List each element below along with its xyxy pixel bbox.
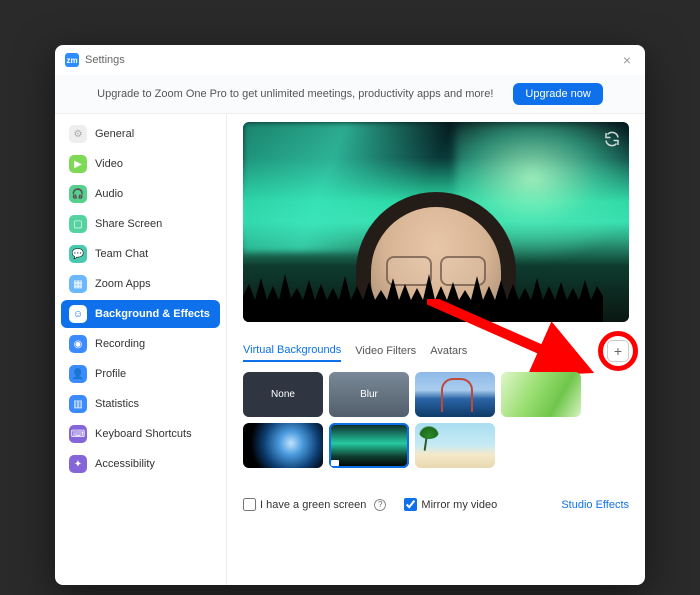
sidebar-item-zoom-apps[interactable]: ▦ Zoom Apps: [61, 270, 220, 298]
statistics-icon: ▥: [69, 395, 87, 413]
sidebar-item-recording[interactable]: ◉ Recording: [61, 330, 220, 358]
add-background-button[interactable]: +: [607, 340, 629, 362]
thumb-label: Blur: [360, 389, 378, 400]
effects-tabs: Virtual Backgrounds Video Filters Avatar…: [243, 344, 629, 362]
sidebar-item-label: Audio: [95, 188, 123, 200]
sidebar-item-label: Video: [95, 158, 123, 170]
sidebar-item-keyboard-shortcuts[interactable]: ⌨ Keyboard Shortcuts: [61, 420, 220, 448]
upgrade-banner: Upgrade to Zoom One Pro to get unlimited…: [55, 75, 645, 114]
sidebar-item-accessibility[interactable]: ✦ Accessibility: [61, 450, 220, 478]
bg-thumb-beach[interactable]: [415, 423, 495, 468]
body: ⚙ General ▶ Video 🎧 Audio ▢ Share Screen…: [55, 114, 645, 585]
tab-virtual-backgrounds[interactable]: Virtual Backgrounds: [243, 344, 341, 362]
sidebar-item-statistics[interactable]: ▥ Statistics: [61, 390, 220, 418]
sidebar-item-label: Recording: [95, 338, 145, 350]
sidebar-item-video[interactable]: ▶ Video: [61, 150, 220, 178]
sidebar-item-label: Background & Effects: [95, 308, 210, 320]
zoom-logo-icon: zm: [65, 53, 79, 67]
background-icon: ☺: [69, 305, 87, 323]
sidebar: ⚙ General ▶ Video 🎧 Audio ▢ Share Screen…: [55, 114, 227, 585]
settings-window: zm Settings × Upgrade to Zoom One Pro to…: [55, 45, 645, 585]
bottom-controls: I have a green screen ? Mirror my video …: [243, 498, 629, 511]
mirror-option[interactable]: Mirror my video: [404, 498, 497, 511]
sidebar-item-label: Statistics: [95, 398, 139, 410]
window-title: Settings: [85, 54, 125, 66]
help-icon[interactable]: ?: [374, 499, 386, 511]
green-screen-checkbox[interactable]: [243, 498, 256, 511]
profile-icon: 👤: [69, 365, 87, 383]
banner-text: Upgrade to Zoom One Pro to get unlimited…: [97, 88, 493, 100]
bg-thumb-grass[interactable]: [501, 372, 581, 417]
sidebar-item-team-chat[interactable]: 💬 Team Chat: [61, 240, 220, 268]
sidebar-item-general[interactable]: ⚙ General: [61, 120, 220, 148]
audio-icon: 🎧: [69, 185, 87, 203]
apps-icon: ▦: [69, 275, 87, 293]
mirror-label: Mirror my video: [421, 499, 497, 511]
sidebar-item-audio[interactable]: 🎧 Audio: [61, 180, 220, 208]
chat-icon: 💬: [69, 245, 87, 263]
plus-icon: +: [614, 343, 622, 359]
bg-thumb-blur[interactable]: Blur: [329, 372, 409, 417]
video-icon: ▶: [69, 155, 87, 173]
sidebar-item-label: Accessibility: [95, 458, 155, 470]
video-preview: [243, 122, 629, 322]
sidebar-item-label: Zoom Apps: [95, 278, 151, 290]
tab-avatars[interactable]: Avatars: [430, 345, 467, 361]
keyboard-icon: ⌨: [69, 425, 87, 443]
thumb-label: None: [271, 389, 295, 400]
mirror-checkbox[interactable]: [404, 498, 417, 511]
main-panel: Virtual Backgrounds Video Filters Avatar…: [227, 114, 645, 585]
sidebar-item-background-effects[interactable]: ☺ Background & Effects: [61, 300, 220, 328]
sidebar-item-label: General: [95, 128, 134, 140]
recording-icon: ◉: [69, 335, 87, 353]
close-icon[interactable]: ×: [619, 51, 635, 69]
bg-thumb-aurora[interactable]: [329, 423, 409, 468]
sidebar-item-label: Profile: [95, 368, 126, 380]
titlebar: zm Settings ×: [55, 45, 645, 75]
green-screen-label: I have a green screen: [260, 499, 366, 511]
sidebar-item-label: Share Screen: [95, 218, 162, 230]
background-thumbnails: None Blur: [243, 372, 629, 468]
bg-thumb-bridge[interactable]: [415, 372, 495, 417]
accessibility-icon: ✦: [69, 455, 87, 473]
sidebar-item-share-screen[interactable]: ▢ Share Screen: [61, 210, 220, 238]
rotate-camera-icon[interactable]: [603, 130, 621, 148]
tree-silhouette: [243, 266, 603, 322]
green-screen-option[interactable]: I have a green screen: [243, 498, 366, 511]
upgrade-button[interactable]: Upgrade now: [513, 83, 602, 105]
bg-thumb-none[interactable]: None: [243, 372, 323, 417]
studio-effects-link[interactable]: Studio Effects: [561, 499, 629, 511]
sidebar-item-label: Team Chat: [95, 248, 148, 260]
tab-video-filters[interactable]: Video Filters: [355, 345, 416, 361]
share-screen-icon: ▢: [69, 215, 87, 233]
gear-icon: ⚙: [69, 125, 87, 143]
sidebar-item-label: Keyboard Shortcuts: [95, 428, 192, 440]
bg-thumb-earth[interactable]: [243, 423, 323, 468]
sidebar-item-profile[interactable]: 👤 Profile: [61, 360, 220, 388]
